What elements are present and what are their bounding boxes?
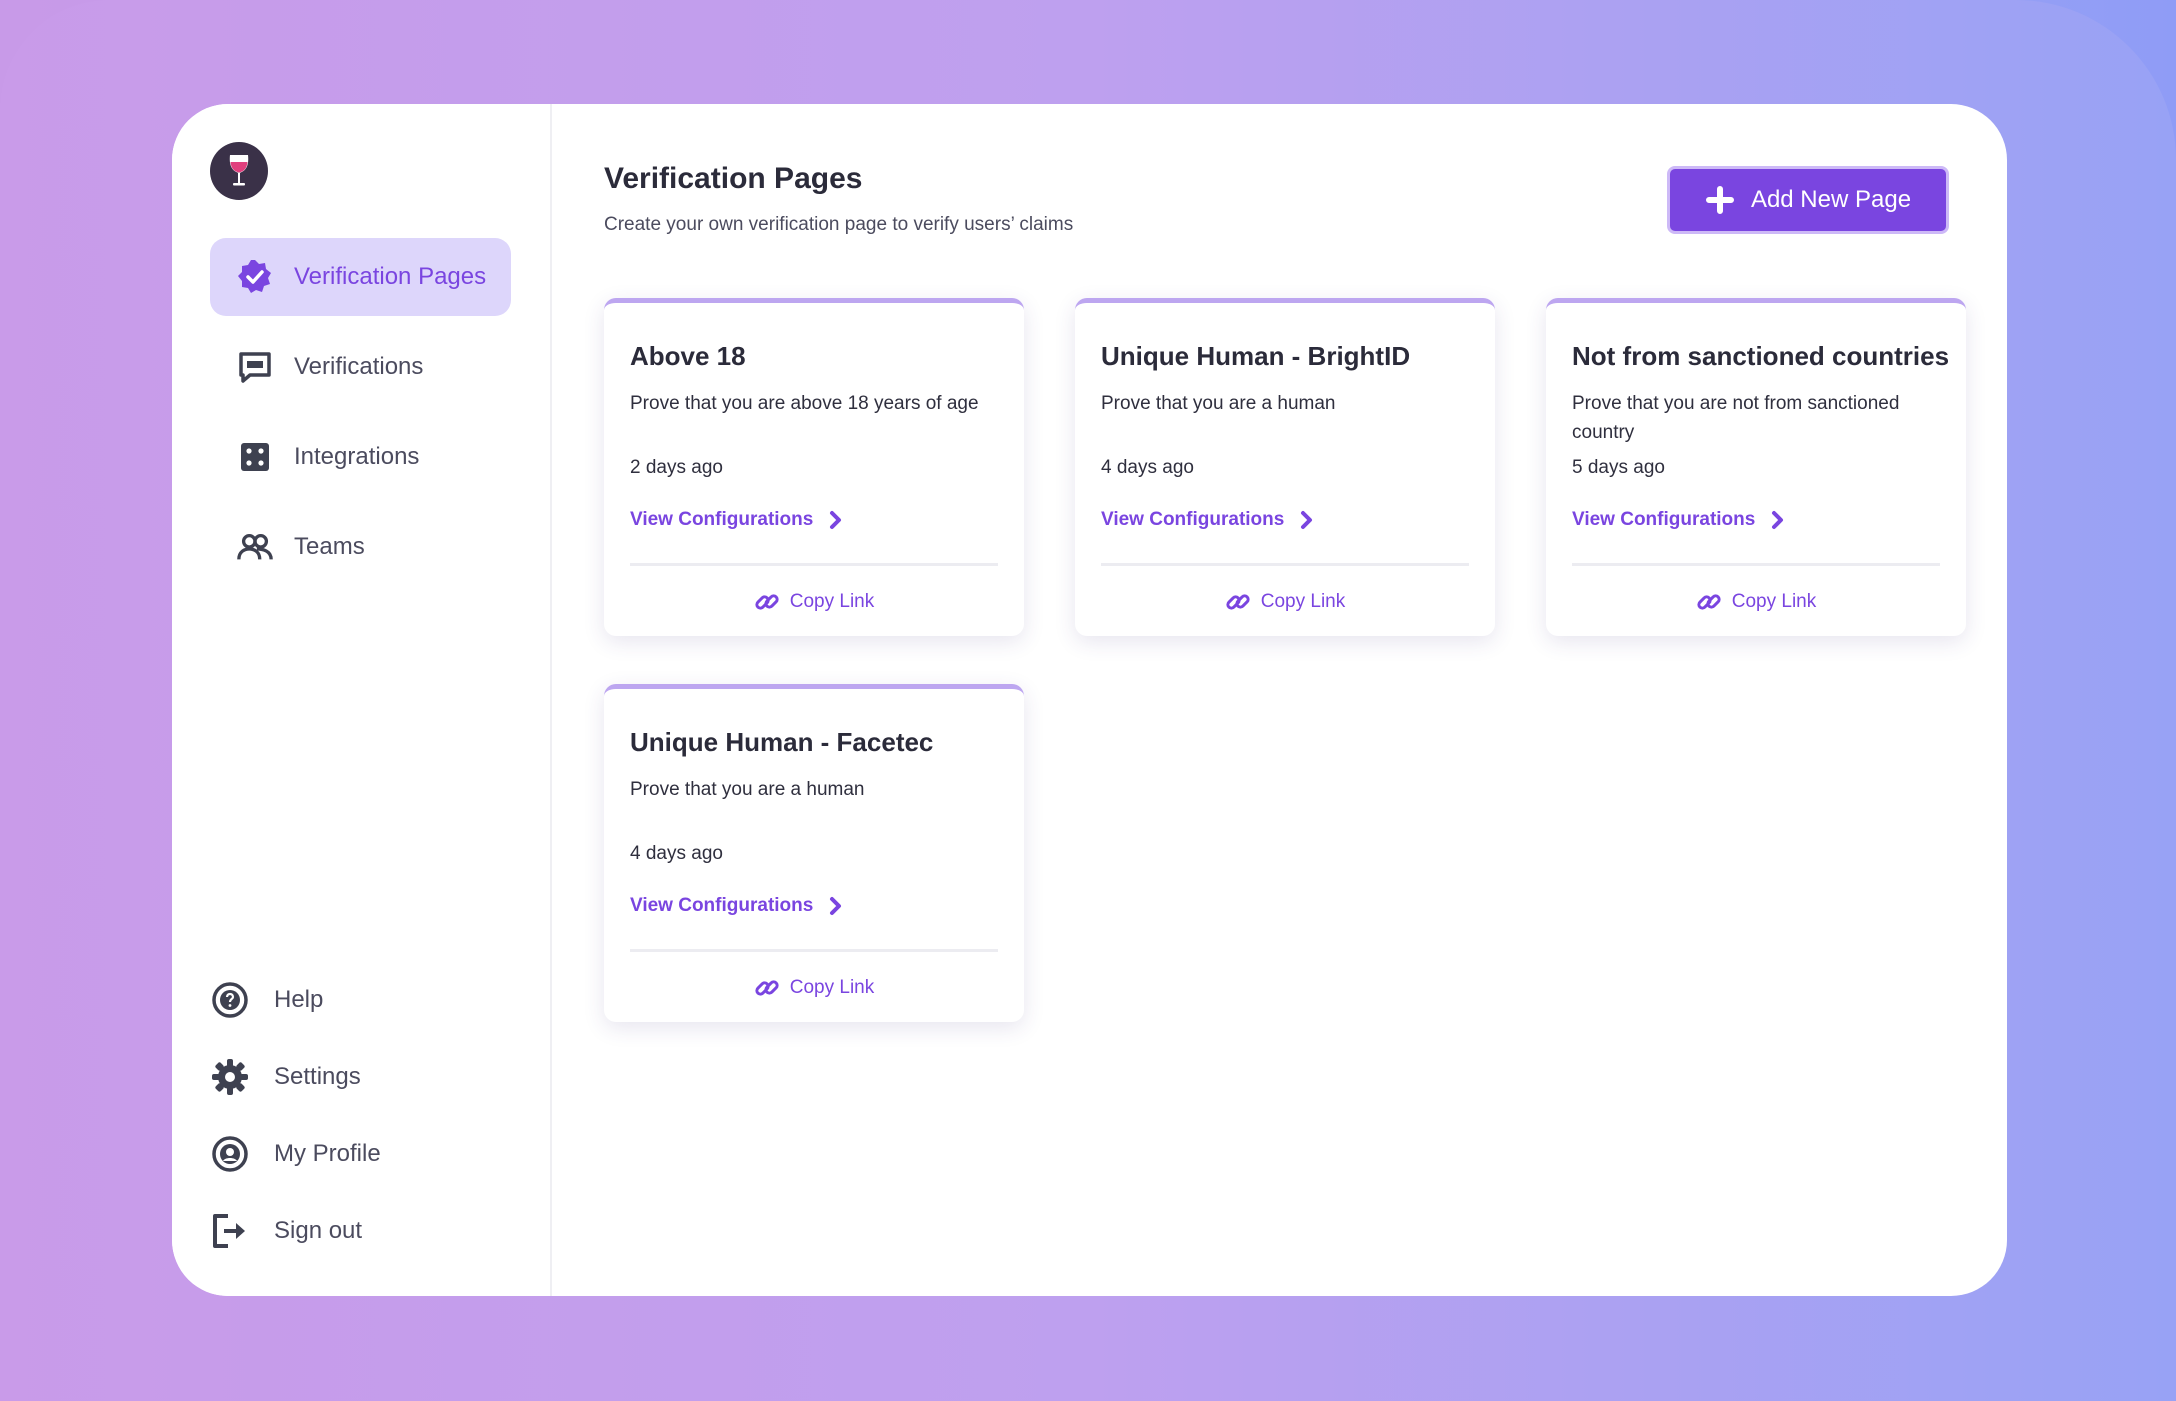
verification-page-card: Above 18 Prove that you are above 18 yea…: [604, 298, 1024, 636]
link-icon: [1225, 589, 1251, 615]
copy-link-button[interactable]: Copy Link: [604, 975, 1024, 1001]
page-subtitle: Create your own verification page to ver…: [604, 214, 1074, 235]
chevron-right-icon: [829, 509, 847, 531]
view-configurations-label: View Configurations: [630, 509, 814, 530]
card-time: 4 days ago: [1101, 457, 1194, 478]
sidebar: Verification Pages Verifications Integra…: [172, 104, 552, 1296]
view-configurations-link[interactable]: View Configurations: [1572, 509, 1789, 531]
verification-page-card: Unique Human - BrightID Prove that you a…: [1075, 298, 1495, 636]
view-configurations-label: View Configurations: [1572, 509, 1756, 530]
plus-icon: [1705, 185, 1735, 215]
copy-link-button[interactable]: Copy Link: [1075, 589, 1495, 615]
view-configurations-label: View Configurations: [630, 895, 814, 916]
sidebar-nav: Verification Pages Verifications Integra…: [210, 238, 511, 598]
card-title: Unique Human - BrightID: [1101, 341, 1411, 371]
view-configurations-link[interactable]: View Configurations: [630, 509, 847, 531]
wine-glass-icon[interactable]: [210, 142, 268, 200]
message-square-icon: [236, 348, 274, 386]
sidebar-item-integrations[interactable]: Integrations: [210, 418, 511, 496]
sidebar-item-label: Integrations: [294, 443, 420, 470]
chevron-right-icon: [1771, 509, 1789, 531]
card-description: Prove that you are a human: [1101, 393, 1336, 414]
card-divider: [1101, 563, 1469, 566]
card-description: Prove that you are above 18 years of age: [630, 393, 979, 414]
sidebar-item-teams[interactable]: Teams: [210, 508, 511, 586]
sidebar-item-label: Sign out: [274, 1217, 363, 1244]
sidebar-item-sign-out[interactable]: Sign out: [210, 1211, 511, 1251]
sidebar-item-my-profile[interactable]: My Profile: [210, 1134, 511, 1174]
sidebar-item-verifications[interactable]: Verifications: [210, 328, 511, 406]
sidebar-item-help[interactable]: Help: [210, 980, 511, 1020]
dice-grid-icon: [236, 438, 274, 476]
app-window: Verification Pages Verifications Integra…: [172, 104, 2007, 1296]
sidebar-bottom-nav: Help Settings My Profile Sign out: [210, 980, 511, 1288]
sign-out-icon: [210, 1211, 250, 1251]
sidebar-item-label: Teams: [294, 533, 365, 560]
sidebar-item-label: My Profile: [274, 1140, 381, 1167]
gear-icon: [210, 1057, 250, 1097]
card-time: 2 days ago: [630, 457, 723, 478]
sidebar-item-label: Verifications: [294, 353, 424, 380]
link-icon: [754, 975, 780, 1001]
link-icon: [1696, 589, 1722, 615]
card-title: Unique Human - Facetec: [630, 727, 934, 757]
copy-link-label: Copy Link: [1731, 591, 1817, 612]
view-configurations-label: View Configurations: [1101, 509, 1285, 530]
help-circle-icon: [210, 980, 250, 1020]
card-divider: [630, 563, 998, 566]
verification-page-card: Not from sanctioned countries Prove that…: [1546, 298, 1966, 636]
sidebar-item-label: Verification Pages: [294, 263, 487, 290]
chevron-right-icon: [1300, 509, 1318, 531]
card-time: 5 days ago: [1572, 457, 1665, 478]
page-title: Verification Pages: [604, 162, 863, 195]
add-new-page-label: Add New Page: [1750, 186, 1912, 213]
copy-link-button[interactable]: Copy Link: [604, 589, 1024, 615]
verification-page-card: Unique Human - Facetec Prove that you ar…: [604, 684, 1024, 1022]
main-content: Verification Pages Create your own verif…: [552, 104, 2007, 1296]
user-circle-icon: [210, 1134, 250, 1174]
card-title: Not from sanctioned countries: [1572, 341, 1950, 371]
card-description: Prove that you are not from sanctioned c…: [1572, 393, 1900, 443]
link-icon: [754, 589, 780, 615]
copy-link-label: Copy Link: [789, 977, 875, 998]
copy-link-label: Copy Link: [1260, 591, 1346, 612]
card-description: Prove that you are a human: [630, 779, 865, 800]
view-configurations-link[interactable]: View Configurations: [630, 895, 847, 917]
card-divider: [630, 949, 998, 952]
view-configurations-link[interactable]: View Configurations: [1101, 509, 1318, 531]
card-title: Above 18: [630, 341, 746, 371]
users-icon: [236, 528, 274, 566]
card-divider: [1572, 563, 1940, 566]
sidebar-item-label: Help: [274, 986, 324, 1013]
card-time: 4 days ago: [630, 843, 723, 864]
sidebar-item-settings[interactable]: Settings: [210, 1057, 511, 1097]
copy-link-label: Copy Link: [789, 591, 875, 612]
sidebar-item-label: Settings: [274, 1063, 361, 1090]
badge-check-icon: [236, 258, 274, 296]
chevron-right-icon: [829, 895, 847, 917]
sidebar-item-verification-pages[interactable]: Verification Pages: [210, 238, 511, 316]
copy-link-button[interactable]: Copy Link: [1546, 589, 1966, 615]
add-new-page-button[interactable]: Add New Page: [1667, 166, 1949, 234]
